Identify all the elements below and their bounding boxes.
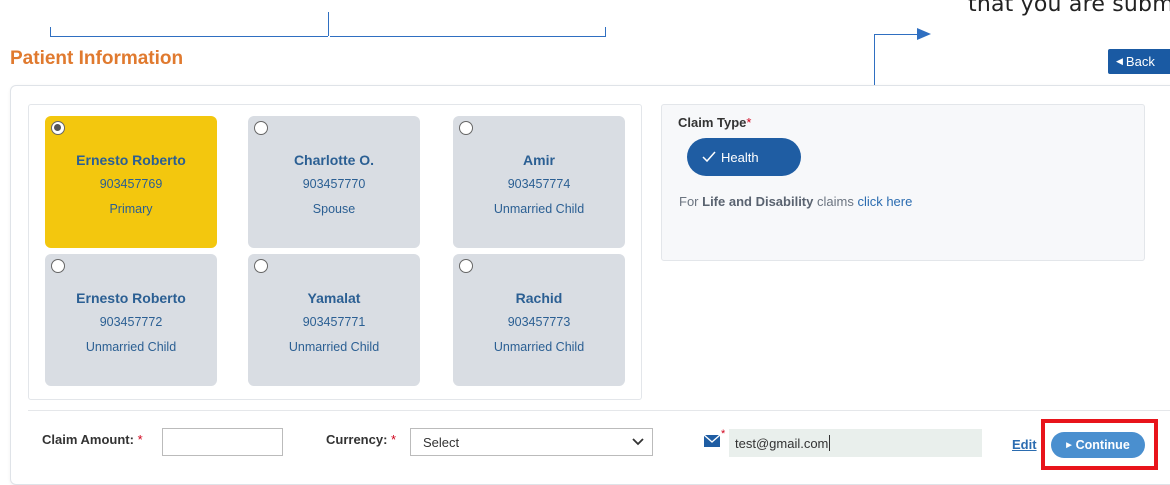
member-relation: Spouse [312, 202, 356, 216]
life-disability-text: For Life and Disability claims click her… [679, 194, 912, 209]
member-radio[interactable] [459, 121, 473, 135]
member-card[interactable]: Charlotte O. 903457770 Spouse [248, 116, 420, 248]
member-name: Ernesto Roberto [76, 152, 186, 168]
required-mark: * [137, 432, 143, 447]
ld-prefix: For [679, 194, 703, 209]
currency-select[interactable]: Select [410, 428, 653, 456]
highlight-box [1041, 419, 1158, 470]
email-input[interactable]: test@gmail.com [729, 429, 982, 457]
member-radio[interactable] [254, 259, 268, 273]
member-id: 903457772 [99, 315, 163, 329]
annotation-caption: that you are subm [968, 0, 1170, 17]
member-name: Rachid [515, 290, 563, 306]
member-card[interactable]: Yamalat 903457771 Unmarried Child [248, 254, 420, 386]
member-relation: Unmarried Child [288, 340, 380, 354]
caret-left-icon: ◀ [1116, 56, 1123, 66]
claim-amount-label: Claim Amount: * [42, 432, 143, 447]
claim-type-label-text: Claim Type [678, 115, 747, 130]
check-icon [702, 151, 716, 163]
claim-type-panel: Claim Type* Health For Life and Disabili… [661, 104, 1145, 261]
ld-middle: claims [813, 194, 858, 209]
ld-bold: Life and Disability [702, 194, 814, 209]
back-button-label: Back [1125, 54, 1155, 69]
email-icon [704, 435, 720, 447]
page-title: Patient Information [10, 48, 184, 69]
member-card[interactable]: Ernesto Roberto 903457769 Primary [45, 116, 217, 248]
currency-label-text: Currency: [326, 432, 388, 447]
health-claim-label: Health [721, 149, 759, 165]
back-button[interactable]: ◀ Back [1108, 49, 1170, 74]
health-claim-button[interactable]: Health [687, 138, 801, 176]
member-relation: Unmarried Child [85, 340, 177, 354]
required-mark: * [391, 432, 397, 447]
edit-email-link[interactable]: Edit [1012, 437, 1037, 452]
member-id: 903457771 [302, 315, 366, 329]
member-id: 903457770 [302, 177, 366, 191]
email-value: test@gmail.com [735, 435, 829, 451]
claim-amount-label-text: Claim Amount: [42, 432, 134, 447]
member-card[interactable]: Amir 903457774 Unmarried Child [453, 116, 625, 248]
email-required-mark: * [721, 428, 726, 440]
life-disability-link[interactable]: click here [857, 194, 912, 209]
member-name: Yamalat [307, 290, 361, 306]
member-card[interactable]: Rachid 903457773 Unmarried Child [453, 254, 625, 386]
claim-type-label: Claim Type* [678, 115, 751, 130]
member-id: 903457774 [507, 177, 571, 191]
currency-label: Currency: * [326, 432, 396, 447]
member-relation: Unmarried Child [493, 340, 585, 354]
member-radio[interactable] [51, 121, 65, 135]
member-radio[interactable] [51, 259, 65, 273]
member-relation: Primary [109, 202, 153, 216]
currency-selected-value: Select [423, 434, 460, 450]
member-radio[interactable] [254, 121, 268, 135]
claim-amount-input[interactable] [162, 428, 283, 456]
member-name: Amir [523, 152, 555, 168]
chevron-down-icon [632, 434, 644, 451]
member-radio[interactable] [459, 259, 473, 273]
member-name: Ernesto Roberto [76, 290, 186, 306]
member-id: 903457769 [99, 177, 163, 191]
form-divider [28, 410, 1170, 411]
member-name: Charlotte O. [293, 152, 375, 168]
member-card[interactable]: Ernesto Roberto 903457772 Unmarried Chil… [45, 254, 217, 386]
required-mark: * [746, 115, 752, 130]
text-cursor [829, 435, 831, 451]
member-relation: Unmarried Child [493, 202, 585, 216]
member-id: 903457773 [507, 315, 571, 329]
